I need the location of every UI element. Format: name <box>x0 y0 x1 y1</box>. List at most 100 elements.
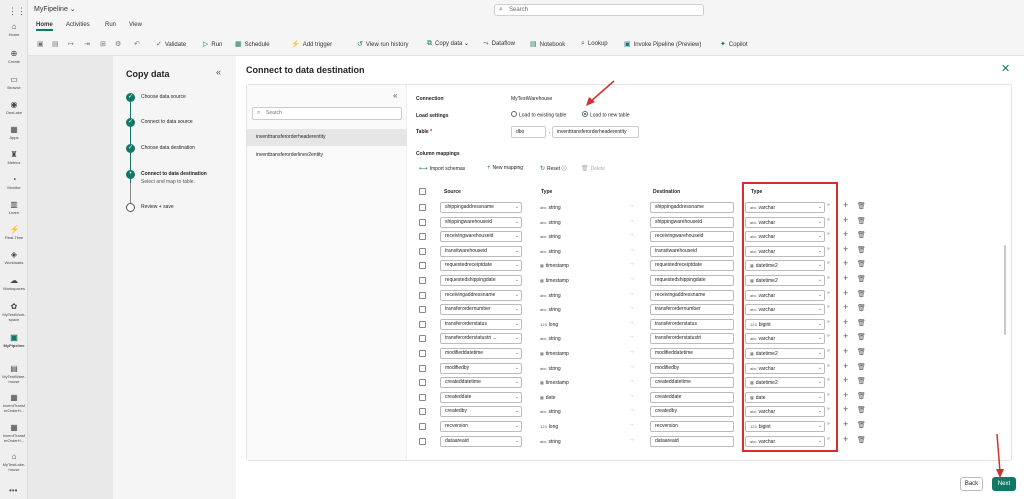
table-search-input[interactable]: ⌕ Search <box>252 107 402 120</box>
source-column-dropdown[interactable]: requestedshippingdate ⌄ <box>440 275 522 286</box>
trash-icon[interactable]: 🗑 <box>857 406 866 414</box>
destination-column-input[interactable]: modifieddatetime <box>650 348 734 359</box>
trash-icon[interactable]: 🗑 <box>857 275 866 283</box>
trash-icon[interactable]: 🗑 <box>857 348 866 356</box>
row-checkbox[interactable] <box>419 291 426 299</box>
trash-icon[interactable]: 🗑 <box>857 217 866 225</box>
export-icon[interactable]: ⇥ <box>84 40 90 48</box>
source-column-dropdown[interactable]: transferordernumber ⌄ <box>440 304 522 316</box>
table-item[interactable]: inventtransferorderheaderentity <box>247 129 407 146</box>
destination-column-input[interactable]: recversion <box>650 421 734 432</box>
trash-icon[interactable]: 🗑 <box>857 333 866 341</box>
source-column-dropdown[interactable]: receivingwarehouseid ⌄ <box>440 231 522 243</box>
row-checkbox[interactable] <box>419 437 426 445</box>
collapse-wizard-icon[interactable]: « <box>216 67 221 77</box>
source-column-dropdown[interactable]: transferorderstatustri ... ⌄ <box>440 333 522 345</box>
select-all-checkbox[interactable] <box>419 188 426 195</box>
source-column-dropdown[interactable]: receivingaddressname ⌄ <box>440 289 522 301</box>
nav-item[interactable]: ▤ MyTestWare-house <box>0 364 28 384</box>
add-row-icon[interactable]: + <box>843 215 848 225</box>
destination-column-input[interactable]: transferordernumber <box>650 304 734 316</box>
invoke-pipeline-button[interactable]: ▣ Invoke Pipeline (Preview) <box>624 40 701 48</box>
nav-item[interactable]: ◈ Workloads <box>0 250 28 265</box>
validate-button[interactable]: ✓ Validate <box>156 40 186 48</box>
load-existing-radio[interactable]: Load to existing table <box>511 111 566 118</box>
copy-data-button[interactable]: ⧉ Copy data ⌄ <box>427 40 469 48</box>
row-checkbox[interactable] <box>419 408 426 416</box>
tab-view[interactable]: View <box>129 22 142 28</box>
destination-column-input[interactable]: receivingaddressname <box>650 289 734 301</box>
destination-column-input[interactable]: shippingwarehouseid <box>650 216 734 228</box>
source-column-dropdown[interactable]: recversion ⌄ <box>440 421 522 432</box>
destination-column-input[interactable]: receivingwarehouseid <box>650 231 734 243</box>
nav-item[interactable]: ▦ Apps <box>0 125 28 140</box>
row-checkbox[interactable] <box>419 233 426 241</box>
destination-column-input[interactable]: createddatetime <box>650 377 734 389</box>
add-row-icon[interactable]: + <box>843 258 848 268</box>
run-button[interactable]: ▷ Run <box>203 40 222 48</box>
reset-button[interactable]: ↻ Reset ⓘ <box>540 165 566 172</box>
destination-column-input[interactable]: createddate <box>650 391 734 403</box>
save-icon[interactable]: ▣ <box>37 40 44 48</box>
nav-item[interactable]: ◉ OneLake <box>0 100 28 115</box>
nav-item[interactable]: ♜ Metrics <box>0 150 28 165</box>
add-trigger-button[interactable]: ⚡ Add trigger <box>291 40 332 48</box>
notebook-button[interactable]: ▤ Notebook <box>530 40 565 48</box>
add-row-icon[interactable]: + <box>843 317 848 327</box>
destination-column-input[interactable]: transferorderstatustri <box>650 333 734 345</box>
nav-item[interactable]: ⚡ Real-Time <box>0 225 28 240</box>
trash-icon[interactable]: 🗑 <box>857 231 866 239</box>
nav-item[interactable]: ⌂ MyTestLake-house <box>0 452 28 472</box>
table-item[interactable]: inventtransferorderlinev2entity <box>247 147 407 164</box>
add-row-icon[interactable]: + <box>843 302 848 312</box>
row-checkbox[interactable] <box>419 364 426 372</box>
trash-icon[interactable]: 🗑 <box>857 436 866 444</box>
schedule-button[interactable]: ▦ Schedule <box>235 40 270 48</box>
settings-icon[interactable]: ▤ <box>52 40 59 48</box>
trash-icon[interactable]: 🗑 <box>857 290 866 298</box>
table-name-input[interactable]: inventtransferorderheaderentity <box>552 126 639 138</box>
tab-activities[interactable]: Activities <box>66 22 90 28</box>
back-button[interactable]: Back <box>960 477 983 491</box>
row-checkbox[interactable] <box>419 379 426 387</box>
add-row-icon[interactable]: + <box>843 361 848 371</box>
trash-icon[interactable]: 🗑 <box>857 246 866 254</box>
source-column-dropdown[interactable]: createddatetime ⌄ <box>440 377 522 389</box>
add-row-icon[interactable]: + <box>843 419 848 429</box>
destination-column-input[interactable]: requestedreceiptdate <box>650 260 734 272</box>
copilot-button[interactable]: ✦ Copilot <box>720 40 748 48</box>
nav-item[interactable]: ⌂ Home <box>0 22 28 37</box>
destination-column-input[interactable]: transitwarehouseid <box>650 245 734 257</box>
row-checkbox[interactable] <box>419 423 426 430</box>
source-column-dropdown[interactable]: shippingwarehouseid ⌄ <box>440 216 522 228</box>
source-column-dropdown[interactable]: createdby ⌄ <box>440 406 522 418</box>
lookup-button[interactable]: ⌕ Lookup <box>581 40 608 48</box>
collapse-panel-icon[interactable]: « <box>393 91 397 100</box>
destination-column-input[interactable]: shippingaddressname <box>650 202 734 213</box>
trash-icon[interactable]: 🗑 <box>857 421 866 429</box>
layout-icon[interactable]: ⊞ <box>100 40 106 48</box>
nav-item[interactable]: ◔ Monitor <box>0 175 28 190</box>
trash-icon[interactable]: 🗑 <box>857 260 866 268</box>
destination-column-input[interactable]: dataareaid <box>650 435 734 447</box>
tab-home[interactable]: Home <box>36 22 53 31</box>
nav-item[interactable]: ▥ Learn <box>0 200 28 215</box>
add-row-icon[interactable]: + <box>843 404 848 414</box>
nav-item[interactable]: ☁ Workspaces <box>0 276 28 291</box>
destination-column-input[interactable]: transferorderstatus <box>650 318 734 330</box>
load-new-radio[interactable]: Load to new table <box>582 111 629 118</box>
schema-input[interactable]: dbo <box>511 126 546 138</box>
row-checkbox[interactable] <box>419 350 426 357</box>
nav-item[interactable]: ▣ MyPipeline <box>0 333 28 348</box>
view-run-history-button[interactable]: ↺ View run history <box>357 40 408 48</box>
add-row-icon[interactable]: + <box>843 375 848 385</box>
add-row-icon[interactable]: + <box>843 244 848 254</box>
nav-item[interactable]: ✿ MyTestWork-space <box>0 302 28 322</box>
nav-item[interactable]: ▭ Browse <box>0 75 28 90</box>
source-column-dropdown[interactable]: createddate ⌄ <box>440 391 522 403</box>
nav-item[interactable]: ▦ InventTransf erOrderH... <box>0 423 28 443</box>
row-checkbox[interactable] <box>419 247 426 255</box>
source-column-dropdown[interactable]: transferorderstatus ⌄ <box>440 318 522 330</box>
nav-item[interactable]: ▦ InventTransf erOrderH... <box>0 393 28 413</box>
add-row-icon[interactable]: + <box>843 200 848 210</box>
